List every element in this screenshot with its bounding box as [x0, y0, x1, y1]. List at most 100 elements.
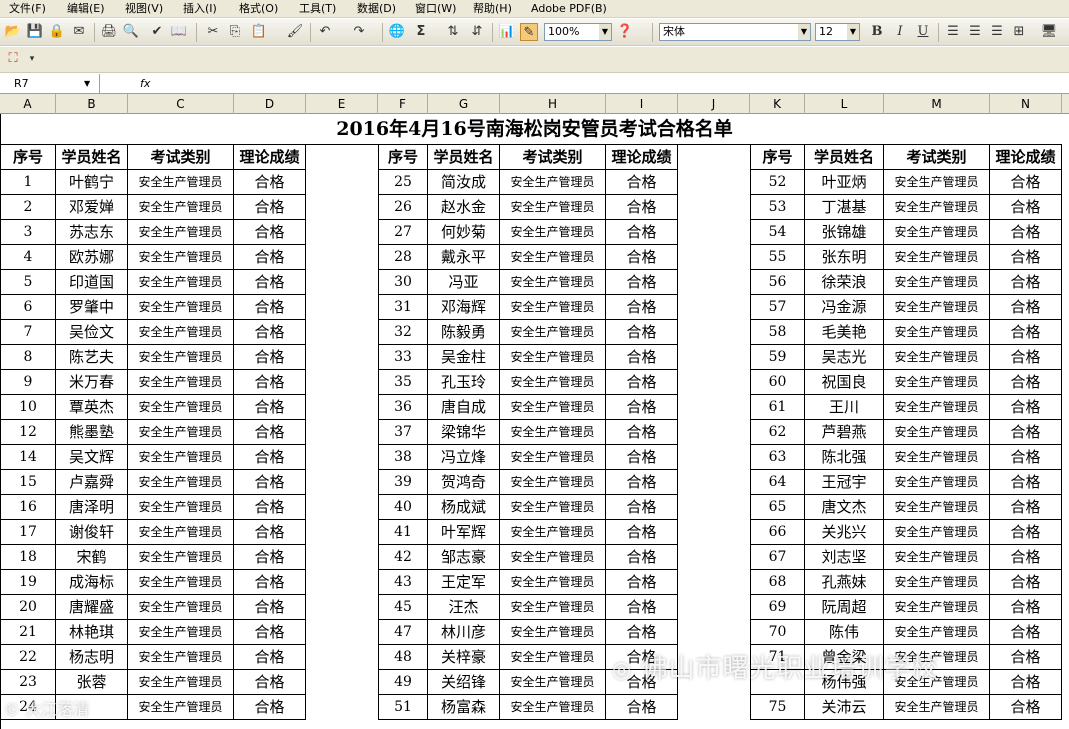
result-cell[interactable]: 合格 — [606, 595, 678, 620]
seq-cell[interactable]: 62 — [750, 420, 805, 445]
category-cell[interactable]: 安全生产管理员 — [500, 620, 606, 645]
menu-item[interactable]: 文件(F) — [6, 1, 49, 17]
category-cell[interactable]: 安全生产管理员 — [500, 520, 606, 545]
result-cell[interactable]: 合格 — [990, 645, 1062, 670]
seq-cell[interactable]: 1 — [0, 170, 56, 195]
name-cell[interactable]: 冯立烽 — [428, 445, 500, 470]
seq-cell[interactable]: 18 — [0, 545, 56, 570]
category-cell[interactable]: 安全生产管理员 — [500, 320, 606, 345]
category-cell[interactable]: 安全生产管理员 — [884, 545, 990, 570]
seq-cell[interactable]: 55 — [750, 245, 805, 270]
name-cell[interactable]: 王冠宇 — [805, 470, 884, 495]
category-cell[interactable]: 安全生产管理员 — [500, 545, 606, 570]
category-cell[interactable]: 安全生产管理员 — [884, 470, 990, 495]
category-cell[interactable]: 安全生产管理员 — [128, 495, 234, 520]
result-cell[interactable]: 合格 — [606, 495, 678, 520]
category-cell[interactable]: 安全生产管理员 — [884, 195, 990, 220]
underline-button[interactable]: U — [914, 23, 932, 41]
drawing-icon[interactable]: ✎ — [520, 23, 538, 41]
name-cell[interactable]: 关梓豪 — [428, 645, 500, 670]
menu-item[interactable]: Adobe PDF(B) — [528, 1, 610, 17]
result-cell[interactable]: 合格 — [606, 620, 678, 645]
category-cell[interactable]: 安全生产管理员 — [128, 420, 234, 445]
seq-cell[interactable]: 54 — [750, 220, 805, 245]
seq-cell[interactable]: 6 — [0, 295, 56, 320]
menu-item[interactable]: 数据(D) — [354, 1, 399, 17]
seq-cell[interactable]: 8 — [0, 345, 56, 370]
seq-cell[interactable]: 31 — [378, 295, 428, 320]
name-cell[interactable]: 徐荣浪 — [805, 270, 884, 295]
name-cell[interactable]: 米万春 — [56, 370, 128, 395]
result-cell[interactable]: 合格 — [606, 220, 678, 245]
seq-cell[interactable]: 9 — [0, 370, 56, 395]
result-cell[interactable]: 合格 — [990, 245, 1062, 270]
seq-cell[interactable]: 51 — [378, 695, 428, 720]
category-cell[interactable]: 安全生产管理员 — [884, 420, 990, 445]
name-cell[interactable]: 邓爱婵 — [56, 195, 128, 220]
menu-item[interactable]: 工具(T) — [296, 1, 339, 17]
category-cell[interactable]: 安全生产管理员 — [128, 620, 234, 645]
name-cell[interactable]: 赵水金 — [428, 195, 500, 220]
name-cell[interactable]: 张锦雄 — [805, 220, 884, 245]
category-cell[interactable]: 安全生产管理员 — [500, 445, 606, 470]
seq-cell[interactable]: 17 — [0, 520, 56, 545]
table-header-cat[interactable]: 考试类别 — [128, 145, 234, 170]
name-cell[interactable]: 欧苏娜 — [56, 245, 128, 270]
seq-cell[interactable]: 43 — [378, 570, 428, 595]
seq-cell[interactable]: 7 — [0, 320, 56, 345]
category-cell[interactable]: 安全生产管理员 — [500, 695, 606, 720]
result-cell[interactable]: 合格 — [990, 495, 1062, 520]
seq-cell[interactable]: 57 — [750, 295, 805, 320]
result-cell[interactable]: 合格 — [990, 670, 1062, 695]
name-cell[interactable]: 关兆兴 — [805, 520, 884, 545]
result-cell[interactable]: 合格 — [606, 245, 678, 270]
column-header-b[interactable]: B — [56, 94, 128, 114]
seq-cell[interactable]: 52 — [750, 170, 805, 195]
category-cell[interactable]: 安全生产管理员 — [128, 545, 234, 570]
category-cell[interactable]: 安全生产管理员 — [128, 470, 234, 495]
result-cell[interactable]: 合格 — [234, 570, 306, 595]
name-cell[interactable]: 邹志豪 — [428, 545, 500, 570]
category-cell[interactable]: 安全生产管理员 — [128, 520, 234, 545]
seq-cell[interactable]: 21 — [0, 620, 56, 645]
email-icon[interactable]: ✉ — [70, 23, 88, 41]
name-cell[interactable]: 陈北强 — [805, 445, 884, 470]
table-header-seq[interactable]: 序号 — [378, 145, 428, 170]
table-header-res[interactable]: 理论成绩 — [990, 145, 1062, 170]
result-cell[interactable]: 合格 — [990, 270, 1062, 295]
seq-cell[interactable]: 2 — [0, 195, 56, 220]
seq-cell[interactable]: 16 — [0, 495, 56, 520]
seq-cell[interactable]: 48 — [378, 645, 428, 670]
category-cell[interactable]: 安全生产管理员 — [884, 445, 990, 470]
category-cell[interactable]: 安全生产管理员 — [884, 520, 990, 545]
seq-cell[interactable]: 19 — [0, 570, 56, 595]
result-cell[interactable]: 合格 — [990, 595, 1062, 620]
chevron-down-icon[interactable]: ▼ — [798, 24, 810, 40]
category-cell[interactable]: 安全生产管理员 — [500, 170, 606, 195]
result-cell[interactable]: 合格 — [234, 395, 306, 420]
category-cell[interactable]: 安全生产管理员 — [884, 170, 990, 195]
column-header-d[interactable]: D — [234, 94, 306, 114]
result-cell[interactable]: 合格 — [990, 545, 1062, 570]
result-cell[interactable]: 合格 — [606, 545, 678, 570]
print-preview-icon[interactable]: 🔍 — [122, 23, 140, 41]
result-cell[interactable]: 合格 — [606, 370, 678, 395]
column-header-g[interactable]: G — [428, 94, 500, 114]
redo-icon[interactable]: ↷ — [350, 23, 368, 41]
column-header-m[interactable]: M — [884, 94, 990, 114]
seq-cell[interactable]: 25 — [378, 170, 428, 195]
menu-item[interactable]: 窗口(W) — [412, 1, 459, 17]
name-cell[interactable]: 吴志光 — [805, 345, 884, 370]
seq-cell[interactable]: 47 — [378, 620, 428, 645]
seq-cell[interactable]: 70 — [750, 620, 805, 645]
name-cell[interactable]: 唐耀盛 — [56, 595, 128, 620]
name-cell[interactable]: 梁锦华 — [428, 420, 500, 445]
category-cell[interactable]: 安全生产管理员 — [500, 220, 606, 245]
category-cell[interactable]: 安全生产管理员 — [128, 395, 234, 420]
copy-icon[interactable]: ⎘ — [226, 23, 244, 41]
result-cell[interactable]: 合格 — [606, 170, 678, 195]
category-cell[interactable]: 安全生产管理员 — [128, 270, 234, 295]
hyperlink-icon[interactable]: 🌐 — [388, 23, 406, 41]
seq-cell[interactable]: 22 — [0, 645, 56, 670]
spelling-icon[interactable]: ✔ — [148, 23, 166, 41]
